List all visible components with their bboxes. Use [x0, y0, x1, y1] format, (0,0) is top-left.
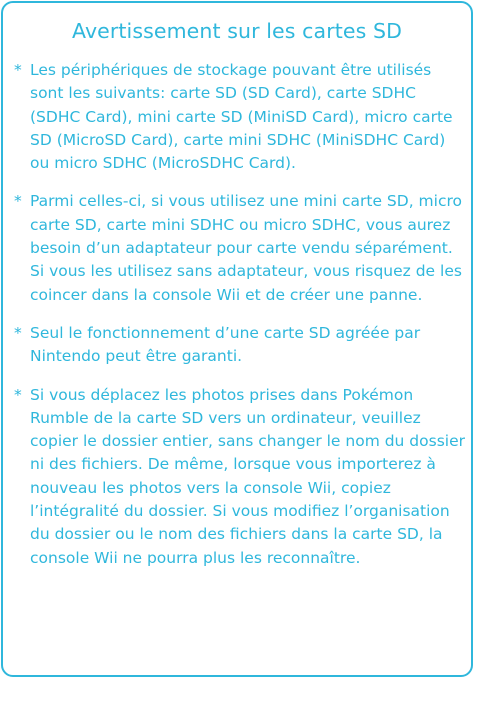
- warning-item: * Seul le fonctionnement d’une carte SD …: [13, 322, 465, 369]
- panel-title: Avertissement sur les cartes SD: [72, 19, 402, 43]
- warning-list: * Les périphériques de stockage pouvant …: [13, 59, 465, 585]
- asterisk-bullet: *: [14, 192, 22, 211]
- warning-item: * Si vous déplacez les photos prises dan…: [13, 384, 465, 570]
- warning-text: Si vous déplacez les photos prises dans …: [30, 385, 465, 567]
- warning-item: * Les périphériques de stockage pouvant …: [13, 59, 465, 175]
- sd-card-warning-panel: Avertissement sur les cartes SD * Les pé…: [1, 1, 473, 677]
- warning-text: Seul le fonctionnement d’une carte SD ag…: [30, 323, 421, 366]
- warning-text: Les périphériques de stockage pouvant êt…: [30, 61, 453, 173]
- warning-item: * Parmi celles-ci, si vous utilisez une …: [13, 190, 465, 306]
- asterisk-bullet: *: [14, 61, 22, 79]
- asterisk-bullet: *: [14, 385, 22, 404]
- warning-text: Parmi celles-ci, si vous utilisez une mi…: [30, 192, 463, 304]
- asterisk-bullet: *: [14, 323, 22, 342]
